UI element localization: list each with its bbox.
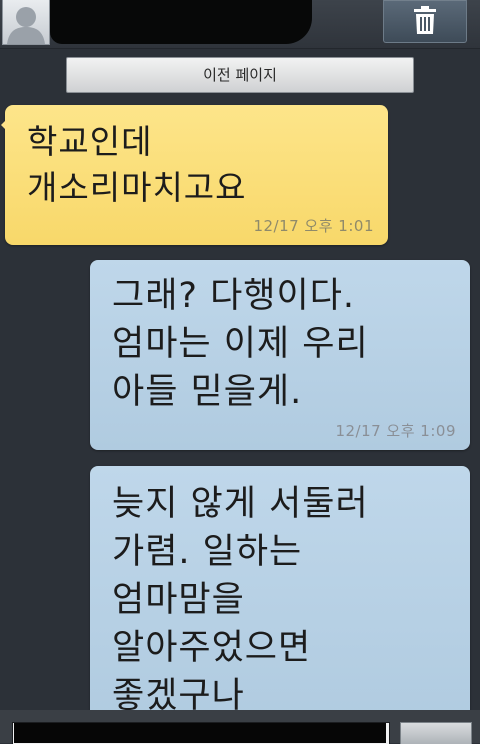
delete-button[interactable] [383, 0, 467, 43]
message-text: 늦지 않게 서둘러 가렴. 일하는 엄마맘을 알아주었으면 좋겠구나 [112, 484, 369, 716]
message-bubble-sent[interactable]: 그래? 다행이다. 엄마는 이제 우리 아들 믿을게. 12/17 오후 1:0… [90, 260, 470, 450]
input-redaction [14, 723, 386, 743]
send-button[interactable] [400, 722, 472, 744]
trash-icon [414, 6, 436, 34]
message-timestamp: 12/17 오후 1:01 [253, 217, 374, 235]
message-bubble-sent[interactable]: 늦지 않게 서둘러 가렴. 일하는 엄마맘을 알아주었으면 좋겠구나 [90, 466, 470, 726]
message-text: 학교인데 개소리마치고요 [27, 122, 247, 207]
contact-name-redaction [50, 0, 312, 44]
contact-avatar-icon[interactable] [2, 0, 50, 45]
message-bubble-received[interactable]: 학교인데 개소리마치고요 12/17 오후 1:01 [1, 105, 388, 245]
message-text: 그래? 다행이다. 엄마는 이제 우리 아들 믿을게. [112, 276, 369, 412]
message-timestamp: 12/17 오후 1:09 [335, 422, 456, 440]
previous-page-button[interactable]: 이전 페이지 [66, 57, 414, 93]
conversation-header [0, 0, 480, 49]
